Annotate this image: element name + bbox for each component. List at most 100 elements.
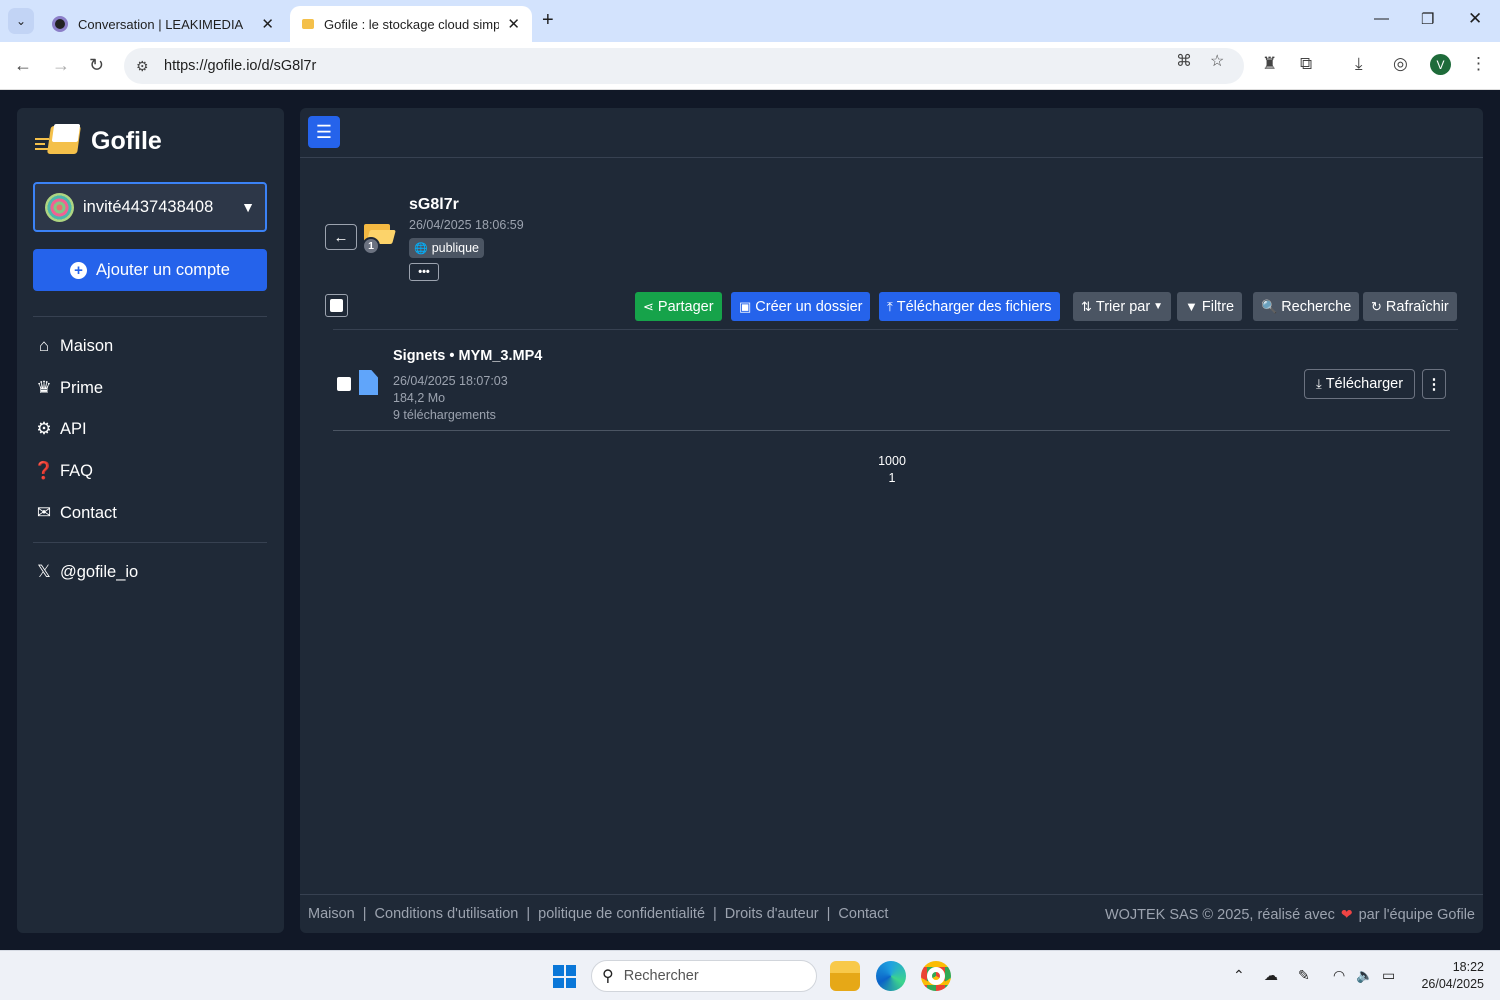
taskbar: ⚲ Rechercher ⌃ ☁ ✎ ◠ 🔈 ▭ 18:22 26/04/202… xyxy=(0,950,1500,1000)
gears-icon: ⚙ xyxy=(36,419,52,438)
edge-icon[interactable] xyxy=(876,961,906,991)
onedrive-icon[interactable]: ☁ xyxy=(1264,967,1278,984)
footer-separator: | xyxy=(826,906,831,922)
create-folder-label: Créer un dossier xyxy=(755,298,863,315)
bookmark-star-icon[interactable]: ☆ xyxy=(1210,51,1224,71)
globe-icon: 🌐 xyxy=(414,242,428,255)
divider xyxy=(333,430,1450,431)
sidebar-item-api[interactable]: ⚙ API xyxy=(33,414,87,444)
download-icon: ⤓ xyxy=(1315,376,1322,391)
volume-icon[interactable]: 🔈 xyxy=(1356,967,1373,984)
chevron-up-icon[interactable]: ⌃ xyxy=(1233,967,1245,984)
share-button[interactable]: ⋖ Partager xyxy=(635,292,722,321)
crown-icon: ♛ xyxy=(36,378,52,397)
translate-icon[interactable]: ⌘ xyxy=(1176,51,1192,71)
minimize-icon[interactable]: — xyxy=(1374,10,1389,27)
back-arrow-icon[interactable]: ← xyxy=(14,55,32,76)
download-button[interactable]: ⤓ Télécharger xyxy=(1304,369,1415,399)
windows-start-icon[interactable] xyxy=(553,965,576,988)
site-settings-icon[interactable]: ⚙ xyxy=(136,58,156,75)
browser-tab-gofile[interactable]: Gofile : le stockage cloud simpli ✕ xyxy=(290,6,532,42)
profile-avatar[interactable]: V xyxy=(1430,54,1451,75)
sort-button[interactable]: ⇅ Trier par ▼ xyxy=(1073,292,1172,321)
close-tab-icon[interactable]: ✕ xyxy=(261,15,274,33)
sidebar-item-faq[interactable]: ❓ FAQ xyxy=(33,456,93,486)
close-window-icon[interactable]: ✕ xyxy=(1468,9,1482,29)
browser-tab-leakimedia[interactable]: Conversation | LEAKIMEDIA ✕ xyxy=(40,6,286,42)
sidebar-item-prime[interactable]: ♛ Prime xyxy=(33,373,103,403)
extensions-puzzle-icon[interactable]: ⧉ xyxy=(1300,54,1312,74)
avatar xyxy=(45,192,74,222)
file-checkbox[interactable] xyxy=(337,377,351,391)
reload-icon[interactable]: ↻ xyxy=(89,55,104,76)
leakimedia-favicon-icon xyxy=(52,16,68,32)
downloads-icon[interactable]: ⤓ xyxy=(1355,54,1363,74)
sidebar-item-label: Prime xyxy=(60,378,104,397)
footer-link-maison[interactable]: Maison xyxy=(308,906,355,922)
child-count: 1 xyxy=(368,240,374,252)
taskbar-search-placeholder: Rechercher xyxy=(623,968,699,984)
menu-toggle-button[interactable]: ☰ xyxy=(308,116,340,148)
footer-link-terms[interactable]: Conditions d'utilisation xyxy=(375,906,519,922)
sidebar-item-label: Maison xyxy=(60,336,114,355)
filter-button[interactable]: ▼ Filtre xyxy=(1177,292,1243,321)
close-tab-icon[interactable]: ✕ xyxy=(507,15,520,33)
wifi-icon[interactable]: ◠ xyxy=(1333,967,1345,984)
search-icon: 🔍 xyxy=(1261,298,1278,314)
browser-menu-icon[interactable]: ⋮ xyxy=(1470,54,1487,74)
filter-label: Filtre xyxy=(1201,298,1235,315)
refresh-button[interactable]: ↻ Rafraîchir xyxy=(1363,292,1457,321)
sidebar-item-label: API xyxy=(60,419,87,438)
back-button[interactable]: ← xyxy=(325,224,357,250)
extension-icon[interactable]: ♜ xyxy=(1262,54,1277,74)
page-size-select[interactable]: 1000 xyxy=(840,454,944,468)
file-name-link[interactable]: Signets • MYM_3.MP4 xyxy=(393,348,542,364)
file-explorer-icon[interactable] xyxy=(830,961,860,991)
url-bar[interactable]: ⚙ https://gofile.io/d/sG8l7r xyxy=(124,48,1244,84)
gofile-logo[interactable]: Gofile xyxy=(35,124,162,158)
url-text[interactable]: https://gofile.io/d/sG8l7r xyxy=(164,58,316,74)
folder-options-button[interactable]: ••• xyxy=(409,263,439,281)
system-clock[interactable]: 18:22 26/04/2025 xyxy=(1410,959,1484,993)
chevron-down-icon: ▼ xyxy=(241,199,255,215)
select-all-checkbox[interactable] xyxy=(325,294,348,317)
restore-icon[interactable]: ❐ xyxy=(1421,10,1434,28)
pen-icon[interactable]: ✎ xyxy=(1298,967,1310,984)
search-button[interactable]: 🔍 Recherche xyxy=(1253,292,1360,321)
visibility-badge[interactable]: 🌐 publique xyxy=(409,238,484,258)
add-account-button[interactable]: + Ajouter un compte xyxy=(33,249,267,291)
forward-arrow-icon[interactable]: → xyxy=(52,55,70,76)
footer-separator: | xyxy=(526,906,531,922)
sidebar-item-twitter[interactable]: 𝕏 @gofile_io xyxy=(33,557,138,587)
page-number[interactable]: 1 xyxy=(840,471,944,485)
download-label: Télécharger xyxy=(1325,376,1404,392)
new-tab-icon[interactable]: + xyxy=(542,9,554,32)
taskbar-search[interactable]: ⚲ Rechercher xyxy=(591,960,817,992)
footer-link-copyright[interactable]: Droits d'auteur xyxy=(725,906,819,922)
footer-separator: | xyxy=(362,906,367,922)
tab-title: Gofile : le stockage cloud simpli xyxy=(324,16,500,32)
upload-files-button[interactable]: ⤒ Télécharger des fichiers xyxy=(879,292,1060,321)
sort-label: Trier par xyxy=(1095,298,1151,315)
file-options-button[interactable]: ⋮ xyxy=(1422,369,1446,399)
profile-initial: V xyxy=(1436,57,1445,72)
account-select[interactable]: invité4437438408 ▼ xyxy=(33,182,267,232)
file-size: 184,2 Mo xyxy=(393,391,446,405)
chrome-icon[interactable] xyxy=(921,961,951,991)
create-folder-button[interactable]: ▣ Créer un dossier xyxy=(731,292,871,321)
add-account-label: Ajouter un compte xyxy=(96,260,230,279)
sidebar-item-contact[interactable]: ✉ Contact xyxy=(33,498,117,528)
home-icon: ⌂ xyxy=(38,336,50,355)
clock-date: 26/04/2025 xyxy=(1421,977,1484,991)
gofile-favicon-icon xyxy=(302,19,314,29)
upload-icon: ⤒ xyxy=(887,298,893,314)
address-bar-row: ← → ↻ ⚙ https://gofile.io/d/sG8l7r ⌘ ☆ ♜… xyxy=(0,42,1500,90)
footer-link-privacy[interactable]: politique de confidentialité xyxy=(538,906,705,922)
question-icon: ❓ xyxy=(33,461,55,480)
battery-icon[interactable]: ▭ xyxy=(1382,967,1395,984)
sidebar-item-maison[interactable]: ⌂ Maison xyxy=(33,331,113,361)
tab-search-button[interactable]: ⌄ xyxy=(8,8,34,34)
ellipsis-icon: ••• xyxy=(418,265,430,278)
footer-link-contact[interactable]: Contact xyxy=(838,906,888,922)
performance-icon[interactable]: ◎ xyxy=(1393,54,1408,74)
